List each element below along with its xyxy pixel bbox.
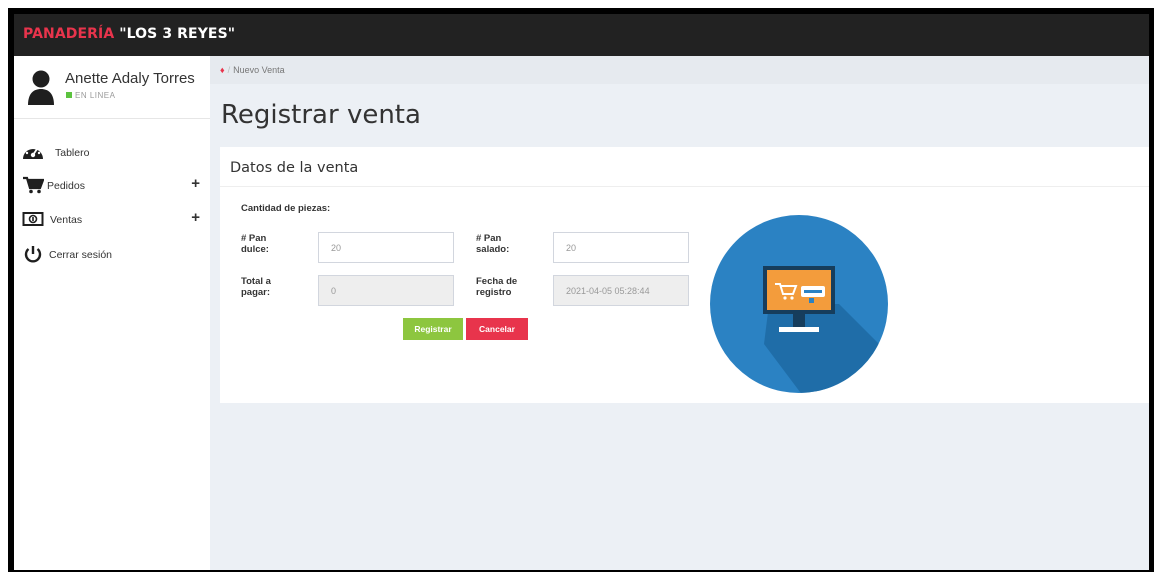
- sidebar-item-tablero[interactable]: Tablero: [14, 140, 210, 168]
- user-panel: Anette Adaly Torres EN LINEA: [14, 56, 210, 119]
- breadcrumb-separator: /: [227, 65, 231, 75]
- money-icon: [22, 212, 44, 226]
- fecha-input[interactable]: 2021-04-05 05:28:44: [553, 275, 689, 306]
- expand-plus-icon[interactable]: +: [191, 175, 200, 192]
- shopping-cart-icon: [23, 176, 44, 194]
- expand-plus-icon[interactable]: +: [191, 209, 200, 226]
- sidebar-item-cerrar-sesion[interactable]: Cerrar sesión: [14, 242, 210, 270]
- pieces-section-label: Cantidad de piezas:: [241, 203, 331, 214]
- sidebar-item-pedidos[interactable]: Pedidos +: [14, 173, 210, 201]
- breadcrumb-current: Nuevo Venta: [233, 65, 285, 75]
- sale-form-box: Datos de la venta Cantidad de piezas: # …: [220, 147, 1149, 403]
- breadcrumb: ♦ / Nuevo Venta: [220, 65, 285, 75]
- dashboard-icon: [23, 145, 43, 159]
- box-title: Datos de la venta: [230, 160, 359, 176]
- user-status-text: EN LINEA: [75, 91, 116, 100]
- shopping-monitor-illustration-icon: [710, 215, 888, 393]
- top-navbar: PANADERÍA "LOS 3 REYES": [14, 14, 1149, 56]
- sidebar-item-ventas[interactable]: Ventas +: [14, 207, 210, 235]
- sidebar-item-label: Tablero: [55, 147, 90, 159]
- sidebar: Anette Adaly Torres EN LINEA Tablero Ped…: [14, 56, 210, 570]
- total-input[interactable]: 0: [318, 275, 454, 306]
- pan-dulce-input[interactable]: 20: [318, 232, 454, 263]
- online-status-dot-icon: [66, 92, 72, 98]
- user-status: EN LINEA: [66, 91, 115, 100]
- breadcrumb-bar: [210, 56, 1149, 84]
- power-icon: [24, 246, 42, 263]
- cancel-button[interactable]: Cancelar: [466, 318, 528, 340]
- total-label: Total a pagar:: [241, 276, 271, 298]
- fecha-label: Fecha de registro: [476, 276, 518, 298]
- register-button[interactable]: Registrar: [403, 318, 463, 340]
- box-header: Datos de la venta: [220, 147, 1149, 187]
- sidebar-item-label: Cerrar sesión: [49, 249, 113, 261]
- pan-dulce-label: # Pan dulce:: [241, 233, 269, 255]
- app-window: PANADERÍA "LOS 3 REYES" Anette Adaly Tor…: [14, 14, 1149, 570]
- pan-salado-input[interactable]: 20: [553, 232, 689, 263]
- brand-logo[interactable]: PANADERÍA "LOS 3 REYES": [23, 26, 235, 42]
- brand-name-text: "LOS 3 REYES": [114, 26, 236, 42]
- brand-accent-text: PANADERÍA: [23, 26, 115, 42]
- user-avatar-icon: [28, 70, 54, 105]
- page-title: Registrar venta: [221, 100, 421, 130]
- home-icon[interactable]: ♦: [220, 65, 225, 75]
- user-name: Anette Adaly Torres: [65, 70, 195, 87]
- sidebar-item-label: Ventas: [50, 214, 83, 226]
- content-header: ♦ / Nuevo Venta Registrar venta: [210, 56, 1149, 144]
- pan-salado-label: # Pan salado:: [476, 233, 510, 255]
- sidebar-item-label: Pedidos: [47, 180, 85, 192]
